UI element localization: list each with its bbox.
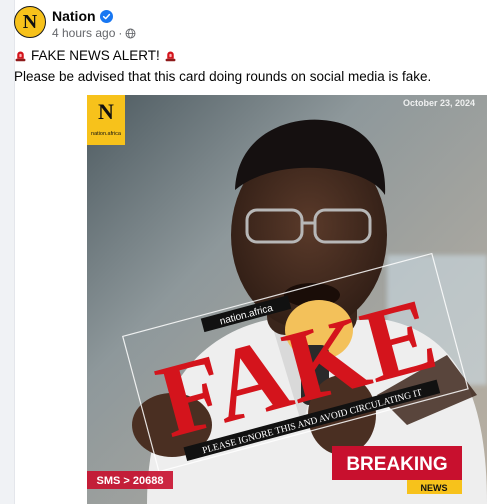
meta-separator: · xyxy=(118,26,123,40)
sms-text: SMS > 20688 xyxy=(97,475,164,487)
news-text: NEWS xyxy=(421,483,448,493)
fake-news-card-image: N nation.africa October 23, 2024 nation.… xyxy=(87,95,487,504)
siren-icon xyxy=(15,51,26,62)
post-timestamp[interactable]: 4 hours ago xyxy=(52,26,115,40)
globe-icon[interactable] xyxy=(125,28,136,39)
page-name-link[interactable]: Nation xyxy=(52,8,96,24)
page-name-row: Nation xyxy=(52,8,113,24)
card-date: October 23, 2024 xyxy=(403,98,475,108)
card-logo-letter: N xyxy=(98,99,114,124)
page-avatar[interactable]: N xyxy=(14,6,46,38)
post-body-text: Please be advised that this card doing r… xyxy=(14,69,432,84)
card-logo-caption: nation.africa xyxy=(91,131,122,137)
alert-text: FAKE NEWS ALERT! xyxy=(31,48,160,63)
verified-badge-icon xyxy=(99,9,113,23)
post-meta: 4 hours ago · xyxy=(52,26,136,40)
breaking-text: BREAKING xyxy=(346,454,447,475)
siren-icon xyxy=(165,51,176,62)
post-image[interactable]: N nation.africa October 23, 2024 nation.… xyxy=(87,95,487,504)
avatar-logo-letter: N xyxy=(22,11,38,33)
alert-line: FAKE NEWS ALERT! xyxy=(14,48,177,63)
